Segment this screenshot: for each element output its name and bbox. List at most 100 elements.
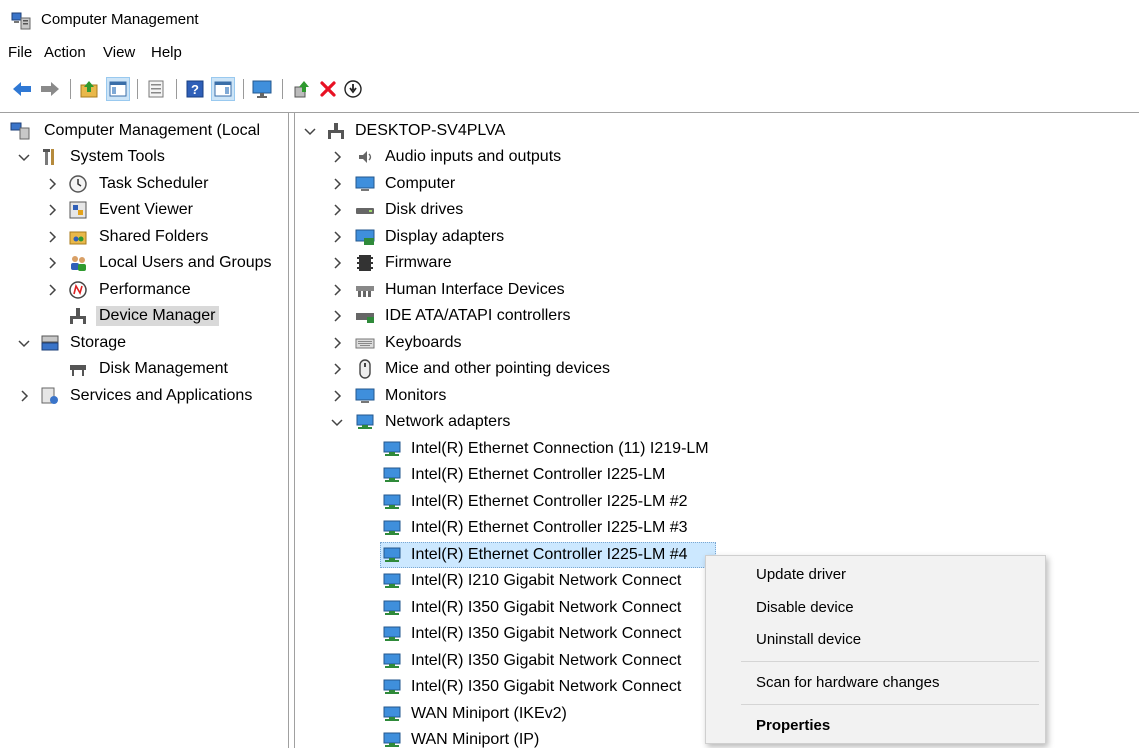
help-icon[interactable]: ? xyxy=(183,77,207,101)
device-category-display-adapters[interactable]: Display adapters xyxy=(296,224,1139,250)
up-folder-icon[interactable] xyxy=(77,77,101,101)
tree-item-label: Event Viewer xyxy=(99,201,193,218)
menu-help[interactable]: Help xyxy=(151,44,182,61)
network-adapter-item[interactable]: Intel(R) Ethernet Connection (11) I219-L… xyxy=(296,436,1139,462)
device-category-keyboards[interactable]: Keyboards xyxy=(296,330,1139,356)
tree-root-computer-management[interactable]: Computer Management (Local xyxy=(0,118,288,144)
tools-icon xyxy=(40,147,60,167)
device-tree-root-label: DESKTOP-SV4PLVA xyxy=(355,122,506,139)
device-category-firmware[interactable]: Firmware xyxy=(296,250,1139,276)
device-tree-root[interactable]: DESKTOP-SV4PLVA xyxy=(296,118,1139,144)
chevron-right-icon[interactable] xyxy=(44,282,60,298)
chevron-down-icon[interactable] xyxy=(329,414,345,430)
tree-item-task-scheduler[interactable]: Task Scheduler xyxy=(0,171,288,197)
computer-network-icon xyxy=(326,121,346,141)
tree-item-local-users-and-groups[interactable]: Local Users and Groups xyxy=(0,250,288,276)
chevron-right-icon[interactable] xyxy=(329,282,345,298)
device-category-label: IDE ATA/ATAPI controllers xyxy=(385,307,571,324)
tree-item-event-viewer[interactable]: Event Viewer xyxy=(0,197,288,223)
chevron-right-icon[interactable] xyxy=(329,308,345,324)
chevron-right-icon[interactable] xyxy=(329,361,345,377)
menu-item-properties[interactable]: Properties xyxy=(756,717,830,734)
network-adapter-label: Intel(R) I350 Gigabit Network Connect xyxy=(411,678,682,695)
chevron-right-icon[interactable] xyxy=(44,176,60,192)
network-adapter-icon xyxy=(355,412,375,432)
menu-separator xyxy=(741,661,1039,662)
chevron-down-icon[interactable] xyxy=(16,149,32,165)
show-hide-tree-icon[interactable] xyxy=(106,77,130,101)
device-category-hid[interactable]: Human Interface Devices xyxy=(296,277,1139,303)
forward-arrow-icon[interactable] xyxy=(38,77,62,101)
tree-item-shared-folders[interactable]: Shared Folders xyxy=(0,224,288,250)
chevron-down-icon[interactable] xyxy=(302,123,318,139)
shared-folder-icon xyxy=(68,227,88,247)
properties-sheet-icon[interactable] xyxy=(144,77,168,101)
firmware-chip-icon xyxy=(355,253,375,273)
chevron-right-icon[interactable] xyxy=(16,388,32,404)
network-adapter-label: Intel(R) I210 Gigabit Network Connect xyxy=(411,572,682,589)
menu-item-uninstall-device[interactable]: Uninstall device xyxy=(756,631,861,648)
tree-item-label: Disk Management xyxy=(99,360,228,377)
tree-item-services-and-applications[interactable]: Services and Applications xyxy=(0,383,288,409)
device-category-label: Human Interface Devices xyxy=(385,281,565,298)
monitor-icon[interactable] xyxy=(250,77,274,101)
pane-splitter-edge xyxy=(294,112,295,748)
pane-splitter[interactable] xyxy=(288,112,289,748)
menu-item-scan-for-hardware-changes[interactable]: Scan for hardware changes xyxy=(756,674,939,691)
chevron-right-icon[interactable] xyxy=(44,229,60,245)
clock-icon xyxy=(68,174,88,194)
monitor-icon xyxy=(355,386,375,406)
show-action-pane-icon[interactable] xyxy=(211,77,235,101)
tree-item-storage[interactable]: Storage xyxy=(0,330,288,356)
chevron-right-icon[interactable] xyxy=(44,202,60,218)
tree-item-label: Services and Applications xyxy=(70,387,253,404)
console-tree: Computer Management (Local System Tools … xyxy=(0,116,288,748)
device-category-label: Network adapters xyxy=(385,413,511,430)
chevron-right-icon[interactable] xyxy=(329,255,345,271)
device-category-label: Firmware xyxy=(385,254,452,271)
ide-controller-icon xyxy=(355,306,375,326)
device-category-computer[interactable]: Computer xyxy=(296,171,1139,197)
performance-gauge-icon xyxy=(68,280,88,300)
menu-file[interactable]: File xyxy=(8,44,32,61)
tree-item-system-tools[interactable]: System Tools xyxy=(0,144,288,170)
menu-view[interactable]: View xyxy=(103,44,135,61)
chevron-right-icon[interactable] xyxy=(329,229,345,245)
chevron-right-icon[interactable] xyxy=(329,202,345,218)
network-adapter-item[interactable]: Intel(R) Ethernet Controller I225-LM #2 xyxy=(296,489,1139,515)
network-adapter-icon xyxy=(382,598,402,618)
network-adapter-icon xyxy=(382,518,402,538)
tree-item-performance[interactable]: Performance xyxy=(0,277,288,303)
network-adapter-item[interactable]: Intel(R) Ethernet Controller I225-LM xyxy=(296,462,1139,488)
chevron-right-icon[interactable] xyxy=(329,388,345,404)
network-adapter-label: Intel(R) I350 Gigabit Network Connect xyxy=(411,652,682,669)
title-bar: Computer Management xyxy=(0,0,1139,40)
chevron-right-icon[interactable] xyxy=(44,255,60,271)
network-adapter-icon xyxy=(382,730,402,748)
chevron-right-icon[interactable] xyxy=(329,149,345,165)
toolbar-separator xyxy=(70,79,71,99)
menu-item-update-driver[interactable]: Update driver xyxy=(756,566,846,583)
network-adapter-label: WAN Miniport (IKEv2) xyxy=(411,705,567,722)
menu-action[interactable]: Action xyxy=(44,44,86,61)
network-adapter-item[interactable]: Intel(R) Ethernet Controller I225-LM #3 xyxy=(296,515,1139,541)
back-arrow-icon[interactable] xyxy=(10,77,34,101)
network-adapter-icon xyxy=(382,571,402,591)
menu-item-disable-device[interactable]: Disable device xyxy=(756,599,854,616)
disable-device-icon[interactable] xyxy=(341,77,365,101)
device-category-audio[interactable]: Audio inputs and outputs xyxy=(296,144,1139,170)
chevron-down-icon[interactable] xyxy=(16,335,32,351)
chevron-right-icon[interactable] xyxy=(329,335,345,351)
device-category-network-adapters[interactable]: Network adapters xyxy=(296,409,1139,435)
device-category-disk-drives[interactable]: Disk drives xyxy=(296,197,1139,223)
uninstall-icon[interactable] xyxy=(316,77,340,101)
update-driver-icon[interactable] xyxy=(290,77,314,101)
device-category-label: Audio inputs and outputs xyxy=(385,148,562,165)
tree-item-disk-management[interactable]: Disk Management xyxy=(0,356,288,382)
device-category-monitors[interactable]: Monitors xyxy=(296,383,1139,409)
tree-item-device-manager[interactable]: Device Manager xyxy=(0,303,288,329)
device-category-mice[interactable]: Mice and other pointing devices xyxy=(296,356,1139,382)
network-adapter-label: Intel(R) I350 Gigabit Network Connect xyxy=(411,599,682,616)
chevron-right-icon[interactable] xyxy=(329,176,345,192)
device-category-ide[interactable]: IDE ATA/ATAPI controllers xyxy=(296,303,1139,329)
